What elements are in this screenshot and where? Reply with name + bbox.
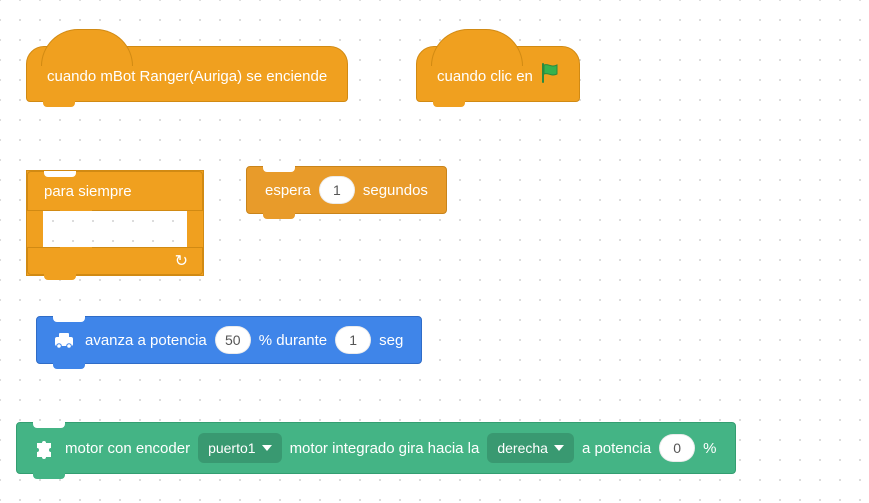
motor-port-dropdown[interactable]: puerto1 <box>198 433 281 463</box>
move-power-field[interactable]: 50 <box>215 326 251 354</box>
forever-head[interactable]: para siempre <box>27 171 203 211</box>
chevron-down-icon <box>554 445 564 451</box>
wait-block[interactable]: espera 1 segundos <box>246 166 447 214</box>
loop-arrow-icon: ↻ <box>175 251 188 271</box>
motor-t4: hacia la <box>428 440 480 457</box>
wait-seconds-field[interactable]: 1 <box>319 176 355 204</box>
forever-label: para siempre <box>44 183 132 200</box>
motor-t1: motor con encoder <box>65 440 190 457</box>
puzzle-icon <box>33 437 55 459</box>
move-post: seg <box>379 332 403 349</box>
robot-icon <box>53 331 75 349</box>
motor-encoder-block[interactable]: motor con encoder puerto1 motor integrad… <box>16 422 736 474</box>
event-hat-label: cuando mBot Ranger(Auriga) se enciende <box>47 68 327 85</box>
forever-body-slot[interactable] <box>27 211 187 247</box>
event-hat-block-startup[interactable]: cuando mBot Ranger(Auriga) se enciende <box>26 46 348 102</box>
forever-cblock[interactable]: para siempre ↻ <box>26 170 204 276</box>
move-pre: avanza a potencia <box>85 332 207 349</box>
event-hat-label: cuando clic en <box>437 68 533 85</box>
move-block[interactable]: avanza a potencia 50 % durante 1 seg <box>36 316 422 364</box>
motor-dir-dropdown[interactable]: derecha <box>487 433 574 463</box>
event-hat-block-flag[interactable]: cuando clic en <box>416 46 580 102</box>
motor-t3: gira <box>399 440 424 457</box>
motor-t6: % <box>703 440 716 457</box>
forever-foot: ↻ <box>27 247 203 275</box>
green-flag-icon <box>539 62 561 90</box>
motor-dir-value: derecha <box>497 440 548 456</box>
move-secs-field[interactable]: 1 <box>335 326 371 354</box>
chevron-down-icon <box>262 445 272 451</box>
move-mid: % durante <box>259 332 327 349</box>
wait-post: segundos <box>363 182 428 199</box>
motor-port-value: puerto1 <box>208 440 255 456</box>
motor-t2: motor integrado <box>290 440 395 457</box>
motor-power-field[interactable]: 0 <box>659 434 695 462</box>
motor-t5: a potencia <box>582 440 651 457</box>
wait-pre: espera <box>265 182 311 199</box>
